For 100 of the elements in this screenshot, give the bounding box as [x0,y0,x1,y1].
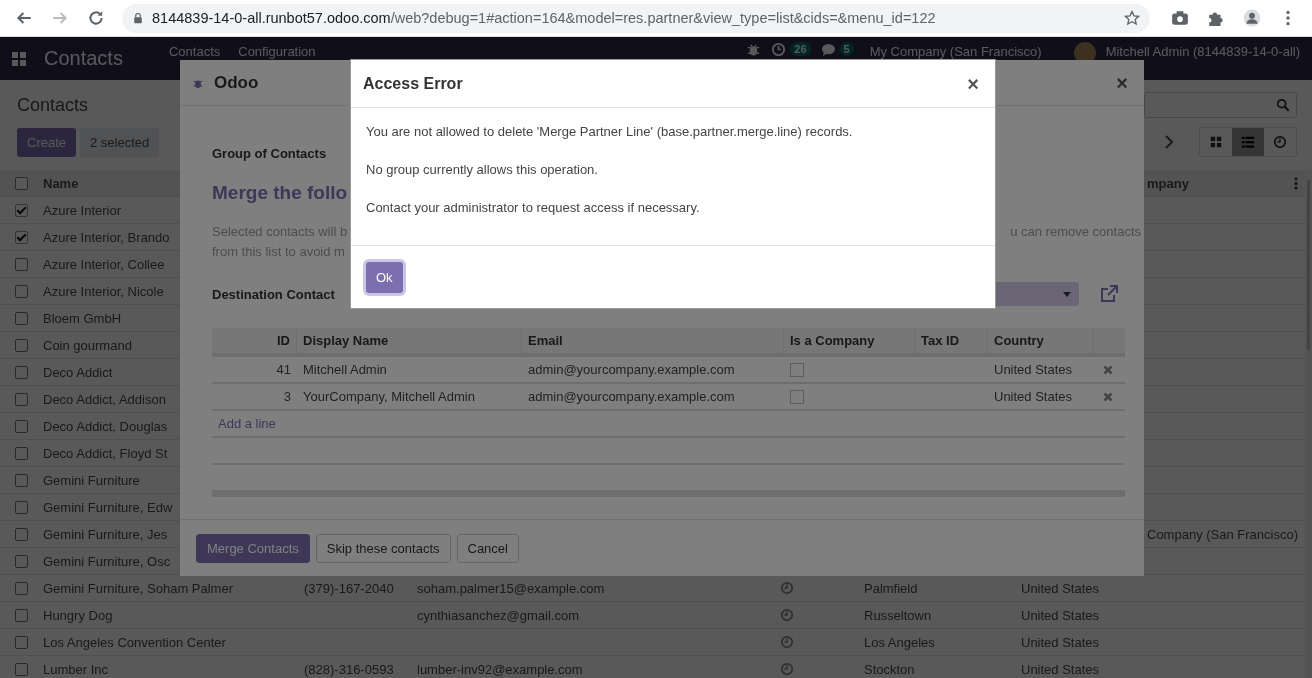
contact-name: Gemini Furniture, Jes [43,526,168,542]
bug-icon[interactable] [746,42,762,57]
profile-icon[interactable] [1243,9,1261,27]
column-header[interactable]: Country [994,333,1044,348]
address-bar[interactable]: 8144839-14-0-all.runbot57.odoo.com/web?debug=1#action=164&model=res.partner&view_type=list&cids=&menu_id=122 [122,3,1150,33]
phone-number: (828)-316-0593 [304,661,394,677]
delete-icon[interactable] [1103,391,1113,402]
company-switcher[interactable]: My Company (San Francisco) [869,44,1042,59]
column-header[interactable]: ID [277,333,290,348]
column-header[interactable]: Name [43,175,79,191]
external-link-icon[interactable] [1099,284,1119,304]
checkbox[interactable] [15,446,28,460]
dialog-button[interactable]: Skip these contacts [315,533,451,563]
checkbox[interactable] [15,473,28,487]
table-cell: 41 [276,362,291,377]
merge-button[interactable]: Merge Contacts [196,533,310,563]
checkbox[interactable] [15,338,28,352]
contact-name: Gemini Furniture [43,472,140,488]
clock-icon[interactable] [780,608,794,622]
column-options-icon[interactable] [1294,176,1298,190]
checkbox[interactable] [15,392,28,406]
apps-menu-icon[interactable] [12,51,26,66]
back-arrow-icon[interactable] [15,9,33,27]
table-cell: 3 [283,389,291,404]
contact-name: Deco Addict [43,364,113,380]
contact-name: Los Angeles Convention Center [43,634,226,650]
menu-item[interactable]: Contacts [168,44,221,59]
user-menu[interactable]: Mitchell Admin (8144839-14-0-all) [1105,44,1300,59]
checkbox[interactable] [15,662,28,676]
checkbox[interactable] [15,203,28,217]
contact-name: Bloem GmbH [43,310,122,326]
add-line-link[interactable]: Add a line [218,416,276,431]
search-icon[interactable] [1276,98,1290,112]
column-header[interactable]: Tax ID [921,333,960,348]
url-text: 8144839-14-0-all.runbot57.odoo.com/web?debug=1#action=164&model=res.partner&view_type=list&cids=&menu_id=122 [152,10,937,26]
clock-icon[interactable] [780,662,794,676]
reload-icon[interactable] [87,9,105,27]
checkbox[interactable] [15,527,28,541]
contact-name: Gemini Furniture, Edw [43,499,173,515]
close-button[interactable]: × [963,73,983,94]
checkbox[interactable] [15,500,28,514]
activity-clock-icon[interactable] [771,42,787,57]
checkbox[interactable] [15,284,28,298]
column-header[interactable]: mpany [1147,175,1189,191]
email-address: cynthiasanchez@gmail.com [417,607,580,623]
checkbox[interactable] [15,257,28,271]
message-count-badge: 5 [839,42,854,56]
error-message: Contact your administrator to request access if necessary. [366,199,701,217]
next-page-icon[interactable] [1163,135,1175,149]
contact-name: Coin gourmand [43,337,132,353]
clock-icon[interactable] [780,635,794,649]
checkbox[interactable] [15,635,28,649]
city-name: Los Angeles [864,634,935,650]
group-label: Group of Contacts [212,146,328,161]
checkbox[interactable] [15,230,28,244]
contact-name: Deco Addict, Addison [43,391,166,407]
dialog-button[interactable]: Cancel [456,533,519,563]
checkbox[interactable] [790,362,804,377]
contact-name: Azure Interior [43,202,122,218]
table-cell: admin@yourcompany.example.com [528,389,735,404]
camera-icon[interactable] [1171,9,1189,27]
ok-button[interactable]: Ok [366,261,403,293]
checkbox[interactable] [15,419,28,433]
table-cell: admin@yourcompany.example.com [528,362,735,377]
dialog-heading: Merge the follo [212,182,349,204]
caret-icon[interactable] [1063,291,1071,297]
dialog-title: Odoo [214,72,259,93]
checkbox[interactable] [15,581,28,595]
checkbox[interactable] [15,554,28,568]
contact-name: Deco Addict, Floyd St [43,445,168,461]
checkbox[interactable] [15,365,28,379]
checkbox[interactable] [15,176,28,190]
column-header[interactable]: Email [528,333,563,348]
column-header[interactable]: Display Name [303,333,389,348]
dialog-title: Access Error [363,74,463,93]
close-button[interactable]: × [1112,72,1132,93]
list-view-icon[interactable] [1232,128,1264,156]
selection-count: 2 selected [80,127,160,157]
menu-item[interactable]: Configuration [238,44,316,59]
clock-icon[interactable] [780,581,794,595]
checkbox[interactable] [790,389,804,404]
table-cell: YourCompany, Mitchell Admin [303,389,475,404]
delete-icon[interactable] [1103,364,1113,375]
checkbox[interactable] [15,608,28,622]
error-message: You are not allowed to delete 'Merge Partner Line' (base.partner.merge.line) records. [366,123,854,141]
checkbox[interactable] [15,311,28,325]
search-field[interactable] [1144,92,1297,118]
contact-name: Lumber Inc [43,661,109,677]
table-cell: United States [994,389,1073,404]
city-name: Palmfield [864,580,918,596]
field-label: Destination Contact [212,286,336,302]
email-address: soham.palmer15@example.com [417,580,605,596]
table-cell: Mitchell Admin [303,362,387,377]
lock-icon [132,10,144,26]
chat-icon[interactable] [820,42,836,57]
contact-name: Hungry Dog [43,607,113,623]
contact-name: Azure Interior, Collee [43,256,165,272]
column-header[interactable]: Is a Company [790,333,875,348]
contact-name: Gemini Furniture, Osc [43,553,171,569]
star-icon[interactable] [1124,10,1140,26]
